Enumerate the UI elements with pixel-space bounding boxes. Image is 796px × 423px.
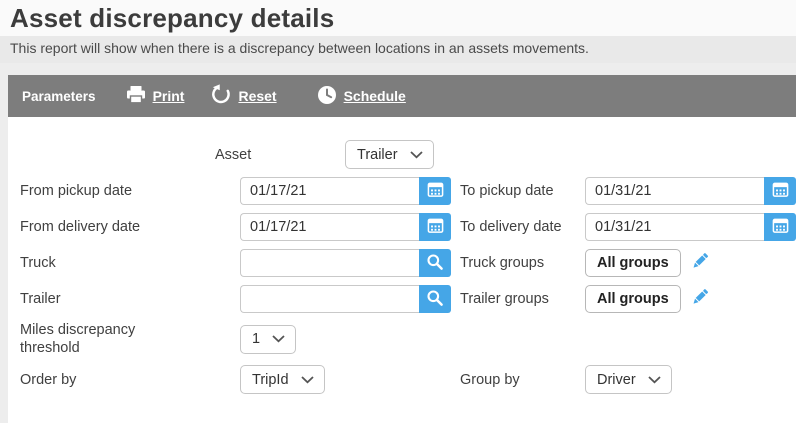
- clock-icon: [317, 85, 337, 108]
- print-button[interactable]: Print: [126, 85, 185, 107]
- group-by-label: Group by: [460, 372, 585, 388]
- calendar-icon: [772, 181, 789, 201]
- reset-label: Reset: [238, 88, 276, 104]
- truck-label: Truck: [8, 254, 240, 272]
- asset-label: Asset: [215, 147, 345, 163]
- page-subtitle: This report will show when there is a di…: [0, 36, 796, 63]
- to-pickup-date-input[interactable]: [585, 177, 764, 205]
- from-delivery-date-calendar-button[interactable]: [419, 213, 451, 241]
- truck-search-button[interactable]: [419, 249, 451, 277]
- report-parameters-panel: Parameters Print Reset: [8, 75, 796, 423]
- to-delivery-date-label: To delivery date: [460, 219, 585, 235]
- order-group-row: Order by TripId Group by Driver: [8, 365, 796, 394]
- trailer-groups-label: Trailer groups: [460, 291, 585, 307]
- trailer-search-button[interactable]: [419, 285, 451, 313]
- trailer-label: Trailer: [8, 290, 240, 308]
- order-by-value: TripId: [252, 372, 289, 388]
- to-pickup-date-label: To pickup date: [460, 183, 585, 199]
- asset-dropdown[interactable]: Trailer: [345, 140, 434, 169]
- calendar-icon: [772, 217, 789, 237]
- schedule-button[interactable]: Schedule: [317, 85, 406, 108]
- to-delivery-date-input[interactable]: [585, 213, 764, 241]
- from-pickup-date-label: From pickup date: [8, 182, 240, 200]
- chevron-down-icon: [410, 147, 423, 163]
- pencil-icon: [690, 250, 711, 276]
- to-pickup-date-calendar-button[interactable]: [764, 177, 796, 205]
- truck-groups-edit-button[interactable]: [690, 250, 711, 276]
- to-delivery-date-calendar-button[interactable]: [764, 213, 796, 241]
- search-icon: [426, 289, 444, 310]
- trailer-groups-edit-button[interactable]: [690, 286, 711, 312]
- from-pickup-date-input[interactable]: [240, 177, 419, 205]
- delivery-dates-row: From delivery date: [8, 213, 796, 241]
- printer-icon: [126, 85, 146, 107]
- parameters-form: Asset Trailer From pickup date: [8, 117, 796, 394]
- asset-dropdown-value: Trailer: [357, 147, 398, 163]
- search-icon: [426, 253, 444, 274]
- trailer-groups-button[interactable]: All groups: [585, 285, 681, 313]
- schedule-label: Schedule: [344, 88, 406, 104]
- group-by-dropdown[interactable]: Driver: [585, 365, 672, 394]
- pencil-icon: [690, 286, 711, 312]
- toolbar: Parameters Print Reset: [8, 75, 796, 117]
- from-delivery-date-input[interactable]: [240, 213, 419, 241]
- chevron-down-icon: [648, 372, 661, 388]
- calendar-icon: [427, 181, 444, 201]
- truck-row: Truck Truck groups All g: [8, 249, 796, 277]
- calendar-icon: [427, 217, 444, 237]
- page-title: Asset discrepancy details: [0, 0, 796, 36]
- reset-arrow-icon: [210, 84, 231, 108]
- miles-threshold-dropdown[interactable]: 1: [240, 325, 296, 354]
- miles-threshold-row: Miles discrepancy threshold 1: [8, 321, 796, 357]
- from-delivery-date-label: From delivery date: [8, 218, 240, 236]
- truck-input[interactable]: [240, 249, 419, 277]
- miles-threshold-label: Miles discrepancy threshold: [20, 321, 165, 357]
- parameters-label: Parameters: [22, 89, 96, 104]
- group-by-value: Driver: [597, 372, 636, 388]
- order-by-dropdown[interactable]: TripId: [240, 365, 325, 394]
- order-by-label: Order by: [8, 371, 240, 389]
- trailer-input[interactable]: [240, 285, 419, 313]
- print-label: Print: [153, 88, 185, 104]
- from-pickup-date-calendar-button[interactable]: [419, 177, 451, 205]
- trailer-row: Trailer Trailer groups A: [8, 285, 796, 313]
- asset-row: Asset Trailer: [8, 140, 796, 169]
- chevron-down-icon: [301, 372, 314, 388]
- pickup-dates-row: From pickup date: [8, 177, 796, 205]
- truck-groups-button[interactable]: All groups: [585, 249, 681, 277]
- reset-button[interactable]: Reset: [210, 84, 276, 108]
- truck-groups-label: Truck groups: [460, 255, 585, 271]
- chevron-down-icon: [272, 331, 285, 347]
- miles-threshold-value: 1: [252, 331, 260, 347]
